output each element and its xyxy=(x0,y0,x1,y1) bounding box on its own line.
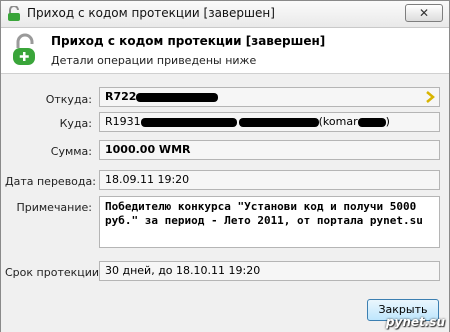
chevron-right-icon[interactable] xyxy=(425,91,435,103)
note-label: Примечание: xyxy=(16,201,92,214)
window-title: Приход с кодом протекции [завершен] xyxy=(27,6,275,20)
amount-field[interactable]: 1000.00 WMR xyxy=(99,140,440,160)
protection-field[interactable]: 30 дней, до 18.10.11 19:20 xyxy=(99,261,440,281)
header-subtitle: Детали операции приведены ниже xyxy=(51,54,257,67)
redaction-mark xyxy=(140,117,237,127)
from-field[interactable]: R722 xyxy=(99,87,440,107)
to-value-end: ) xyxy=(385,115,390,128)
title-bar[interactable]: Приход с кодом протекции [завершен] ✕ xyxy=(1,1,449,28)
unlocked-padlock-icon xyxy=(13,33,35,65)
date-label: Дата перевода: xyxy=(5,175,96,188)
unlocked-padlock-icon xyxy=(8,6,20,21)
protection-label: Срок протекции: xyxy=(5,266,103,279)
note-field[interactable]: Победителю конкурса "Установи код и полу… xyxy=(99,196,440,248)
header-panel: Приход с кодом протекции [завершен] Дета… xyxy=(1,28,449,73)
to-value-start: R1931 xyxy=(105,115,141,128)
watermark: pynet.su xyxy=(385,315,445,329)
amount-label: Сумма: xyxy=(50,145,92,158)
redaction-mark xyxy=(136,92,219,102)
to-field[interactable]: R1931 (komar) xyxy=(99,112,440,132)
from-value: R722 xyxy=(105,90,137,103)
redaction-mark xyxy=(357,117,386,127)
date-field[interactable]: 18.09.11 19:20 xyxy=(99,170,440,190)
header-title: Приход с кодом протекции [завершен] xyxy=(51,34,326,48)
dialog-window: Приход с кодом протекции [завершен] ✕ Пр… xyxy=(0,0,450,332)
close-window-button[interactable]: ✕ xyxy=(405,4,443,22)
from-label: Откуда: xyxy=(45,93,92,106)
redaction-mark xyxy=(238,117,319,127)
to-value-mid: (komar xyxy=(318,115,358,128)
to-label: Куда: xyxy=(59,117,92,130)
